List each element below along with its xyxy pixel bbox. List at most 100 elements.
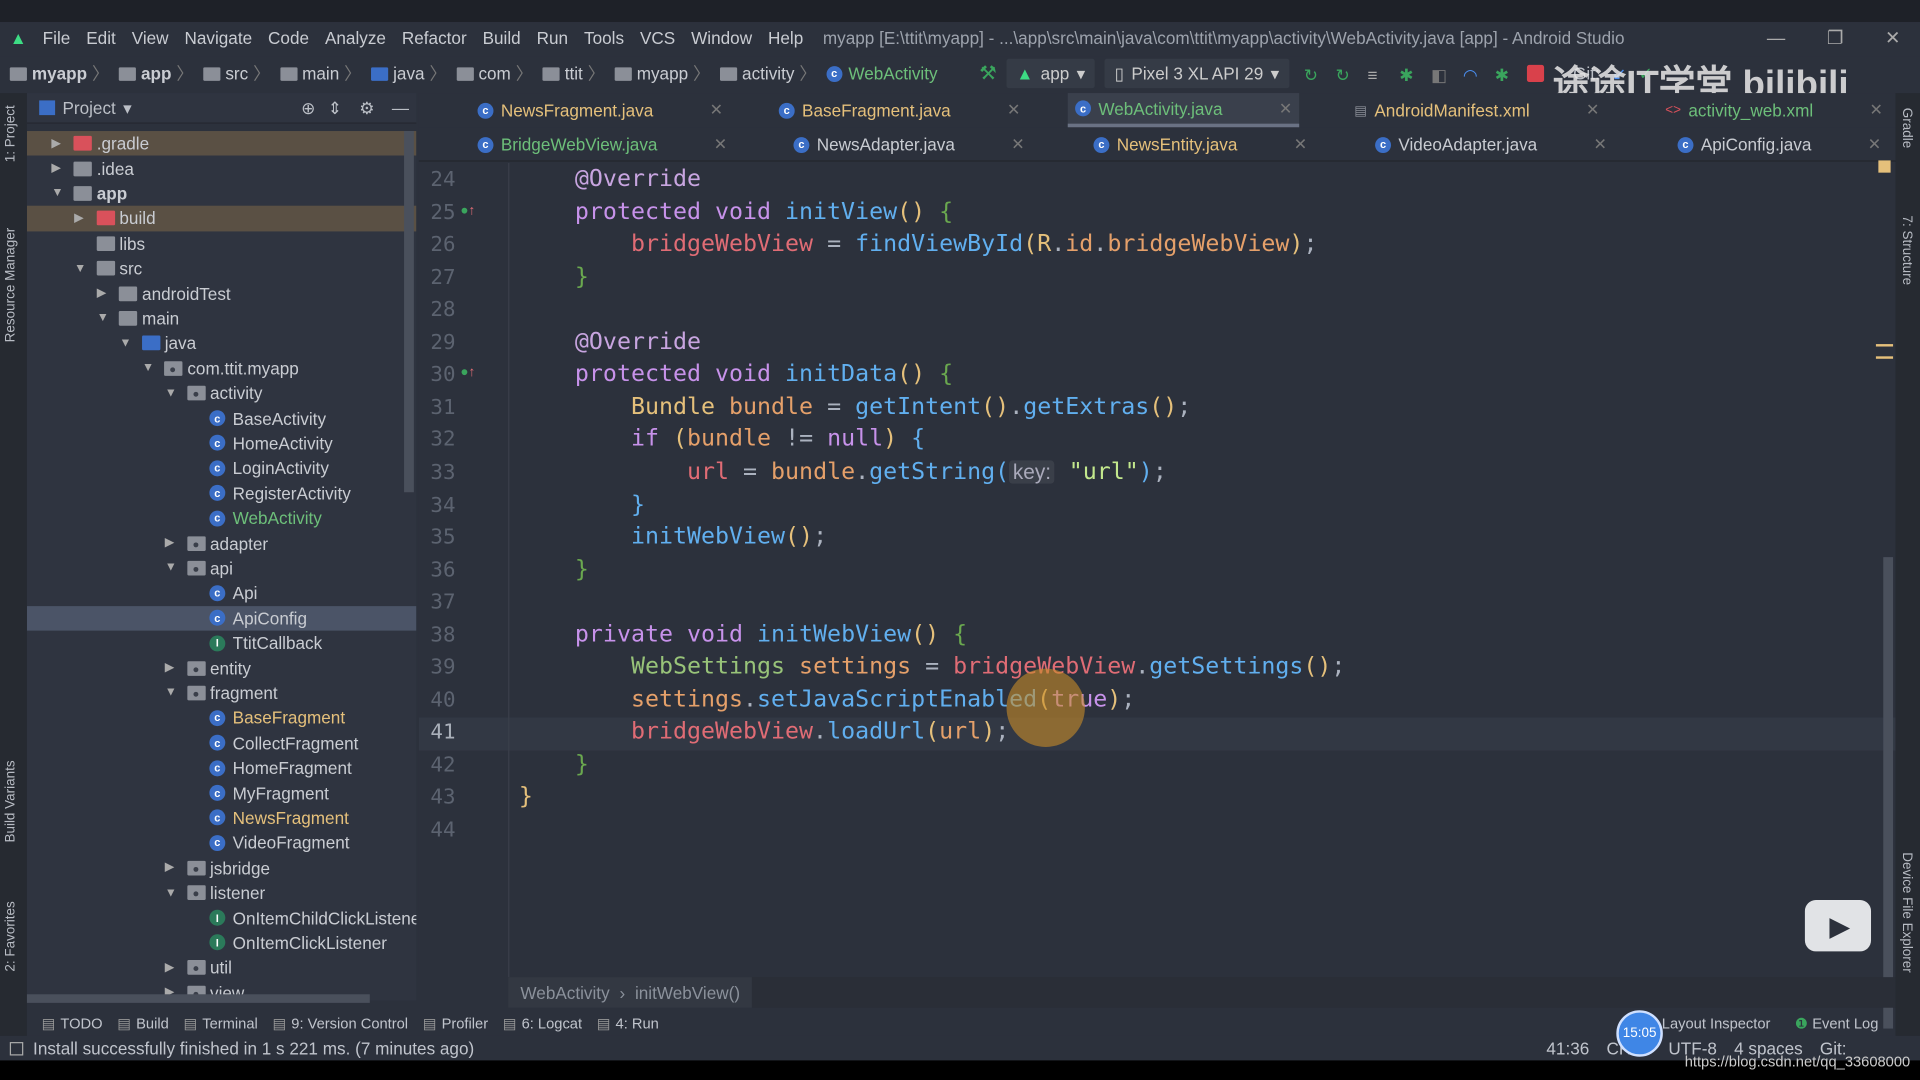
tool-window-todo[interactable]: ▤ TODO xyxy=(42,1015,103,1032)
device-selector[interactable]: ▯ Pixel 3 XL API 29 ▾ xyxy=(1104,58,1290,89)
inspection-status-icon[interactable] xyxy=(1878,160,1891,173)
favorites-tab[interactable]: 2: Favorites xyxy=(4,901,19,971)
structure-tab[interactable]: 7: Structure xyxy=(1899,216,1914,286)
error-stripe-mark[interactable] xyxy=(1875,356,1894,359)
breadcrumb-myapp[interactable]: myapp 〉 xyxy=(605,61,710,85)
menu-code[interactable]: Code xyxy=(268,28,309,48)
breadcrumb-com[interactable]: com 〉 xyxy=(447,61,533,85)
status-toggle-icon[interactable] xyxy=(9,1041,24,1055)
collapsed-arrow-icon[interactable]: ▶ xyxy=(74,212,83,225)
code-line[interactable]: @Override xyxy=(463,165,701,192)
tool-window-terminal[interactable]: ▤ Terminal xyxy=(183,1015,257,1032)
code-line[interactable]: } xyxy=(463,750,589,777)
code-line[interactable]: } xyxy=(463,490,645,517)
expanded-arrow-icon[interactable]: ▼ xyxy=(74,262,86,275)
code-line[interactable]: } xyxy=(463,783,533,810)
breadcrumb-main[interactable]: main 〉 xyxy=(270,61,361,85)
close-icon[interactable]: ✕ xyxy=(1885,27,1900,49)
device-file-explorer-tab[interactable]: Device File Explorer xyxy=(1899,852,1914,973)
tree-item[interactable]: ▼ listener xyxy=(27,880,416,905)
implements-method-icon[interactable]: ●↑ xyxy=(460,203,475,218)
profile-icon[interactable]: ◠ xyxy=(1463,65,1480,85)
attach-icon[interactable]: ◧ xyxy=(1431,65,1448,85)
code-line[interactable]: protected void initView() { xyxy=(463,198,953,225)
editor-scrollbar[interactable] xyxy=(1883,557,1894,1029)
code-line[interactable]: } xyxy=(463,263,589,290)
tree-item[interactable]: ▶ adapter xyxy=(27,531,416,556)
close-tab-icon[interactable]: ✕ xyxy=(1279,99,1292,119)
locate-icon[interactable]: ⊕ xyxy=(301,97,315,118)
tool-window--run[interactable]: ▤ 4: Run xyxy=(597,1015,659,1032)
editor-tab[interactable]: c BaseFragment.java ✕ xyxy=(771,93,1027,127)
tree-item[interactable]: ▼ java xyxy=(27,331,416,356)
chevron-down-icon[interactable]: ▾ xyxy=(123,97,132,118)
menu-build[interactable]: Build xyxy=(483,28,521,48)
debug-icon[interactable]: ✱ xyxy=(1399,65,1416,85)
breadcrumb-class[interactable]: WebActivity xyxy=(520,983,609,1003)
tree-item[interactable]: ▼ main xyxy=(27,306,416,331)
tree-horizontal-scrollbar[interactable] xyxy=(26,994,370,1003)
menu-view[interactable]: View xyxy=(132,28,169,48)
gradle-tab[interactable]: Gradle xyxy=(1899,108,1914,148)
expanded-arrow-icon[interactable]: ▼ xyxy=(51,187,63,200)
code-line[interactable]: WebSettings settings = bridgeWebView.get… xyxy=(463,653,1345,680)
tree-item[interactable]: c CollectFragment xyxy=(27,731,416,756)
editor-tab[interactable]: c VideoAdapter.java ✕ xyxy=(1368,127,1614,161)
expanded-arrow-icon[interactable]: ▼ xyxy=(165,686,177,699)
tree-item[interactable]: c LoginActivity xyxy=(27,456,416,481)
run-config-selector[interactable]: ▲ app ▾ xyxy=(1006,58,1096,89)
tree-item[interactable]: c BaseFragment xyxy=(27,706,416,731)
code-line[interactable]: url = bundle.getString(key: "url"); xyxy=(463,458,1167,485)
tool-window--version-control[interactable]: ▤ 9: Version Control xyxy=(272,1015,408,1032)
breadcrumb-activity[interactable]: activity 〉 xyxy=(710,61,816,85)
error-stripe-mark[interactable] xyxy=(1875,344,1894,347)
expanded-arrow-icon[interactable]: ▼ xyxy=(165,886,177,899)
breadcrumb-ttit[interactable]: ttit 〉 xyxy=(533,61,605,85)
tree-item[interactable]: I TtitCallback xyxy=(27,631,416,656)
tree-item[interactable]: ▶ entity xyxy=(27,656,416,681)
collapsed-arrow-icon[interactable]: ▶ xyxy=(165,536,174,549)
breadcrumb-webactivity[interactable]: c WebActivity xyxy=(816,61,938,85)
tree-item[interactable]: ▼ activity xyxy=(27,381,416,406)
breadcrumb-myapp[interactable]: myapp 〉 xyxy=(0,61,109,85)
tree-item[interactable]: ▶ androidTest xyxy=(27,281,416,306)
tree-item[interactable]: c HomeFragment xyxy=(27,756,416,781)
collapsed-arrow-icon[interactable]: ▶ xyxy=(165,661,174,674)
tree-item[interactable]: ▼ api xyxy=(27,556,416,581)
collapsed-arrow-icon[interactable]: ▶ xyxy=(97,287,106,300)
collapsed-arrow-icon[interactable]: ▶ xyxy=(51,162,60,175)
tree-item[interactable]: ▼ fragment xyxy=(27,681,416,706)
apply-changes-icon[interactable]: ↻ xyxy=(1304,65,1321,85)
tree-item[interactable]: c MyFragment xyxy=(27,780,416,805)
code-line[interactable]: Bundle bundle = getIntent().getExtras(); xyxy=(463,393,1191,420)
breadcrumb-method[interactable]: initWebView() xyxy=(635,983,740,1003)
tree-item[interactable]: ▶ jsbridge xyxy=(27,855,416,880)
collapsed-arrow-icon[interactable]: ▶ xyxy=(165,961,174,974)
menu-edit[interactable]: Edit xyxy=(86,28,116,48)
menu-refactor[interactable]: Refactor xyxy=(402,28,467,48)
tree-item[interactable]: ▶ .gradle xyxy=(26,131,417,156)
editor-tab[interactable]: <> activity_web.xml ✕ xyxy=(1658,93,1890,127)
tool-window-profiler[interactable]: ▤ Profiler xyxy=(423,1015,488,1032)
tree-item[interactable]: c RegisterActivity xyxy=(27,481,416,506)
tree-item[interactable]: c Api xyxy=(27,581,416,606)
layout-inspector-button[interactable]: Layout Inspector xyxy=(1662,1015,1771,1032)
menu-vcs[interactable]: VCS xyxy=(640,28,675,48)
make-project-icon[interactable]: ⚒ xyxy=(979,61,997,85)
code-line[interactable]: initWebView(); xyxy=(463,523,827,550)
editor-tab[interactable]: c ApiConfig.java ✕ xyxy=(1670,127,1888,161)
tree-item[interactable]: ▼ app xyxy=(27,181,416,206)
code-line[interactable]: if (bundle != null) { xyxy=(463,425,925,452)
menu-file[interactable]: File xyxy=(43,28,71,48)
tool-window-build[interactable]: ▤ Build xyxy=(117,1015,168,1032)
close-tab-icon[interactable]: ✕ xyxy=(1870,100,1883,120)
close-tab-icon[interactable]: ✕ xyxy=(1594,135,1607,155)
code-line[interactable]: } xyxy=(463,555,589,582)
close-tab-icon[interactable]: ✕ xyxy=(1007,100,1020,120)
code-editor[interactable]: 24 @Override 25 protected void initView()… xyxy=(418,162,1896,978)
project-tool-tab[interactable]: 1: Project xyxy=(4,105,19,162)
close-tab-icon[interactable]: ✕ xyxy=(1011,135,1024,155)
expanded-arrow-icon[interactable]: ▼ xyxy=(97,312,109,325)
expanded-arrow-icon[interactable]: ▼ xyxy=(165,387,177,400)
tree-item[interactable]: ▼ com.ttit.myapp xyxy=(27,356,416,381)
